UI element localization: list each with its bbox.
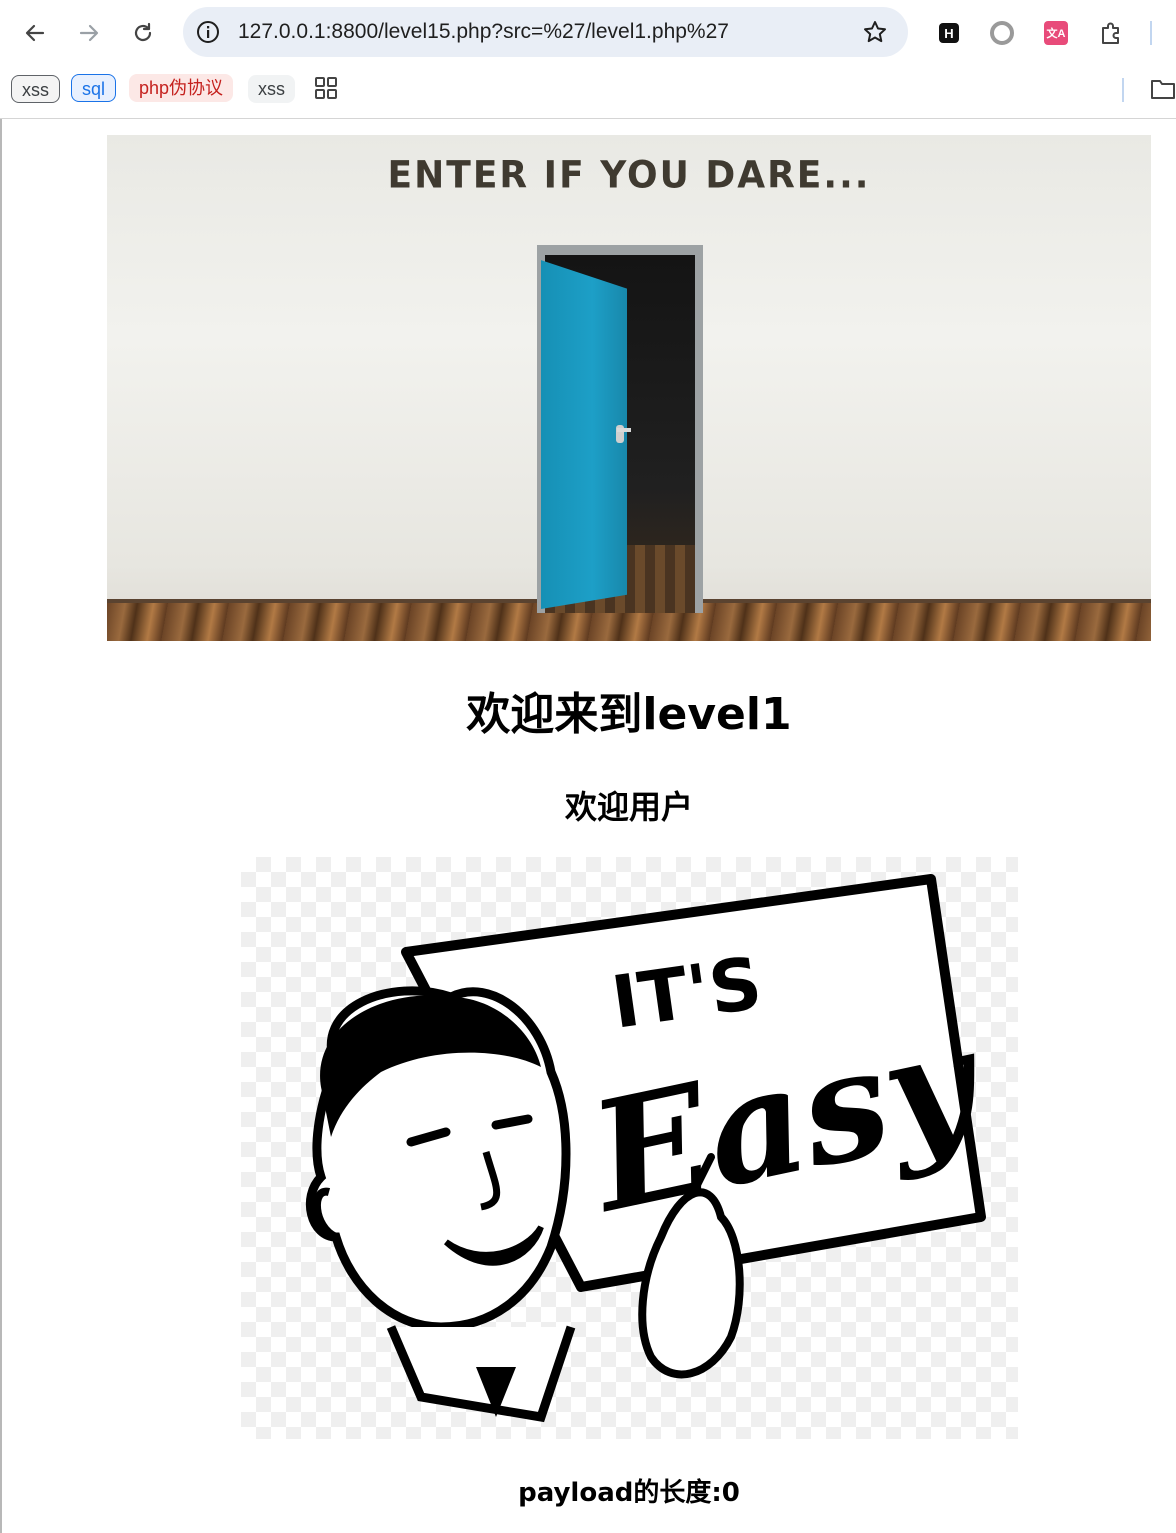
banner-image: ENTER IF YOU DARE... xyxy=(107,135,1151,641)
bookmark-xss[interactable]: xss xyxy=(11,75,60,103)
url-text[interactable]: 127.0.0.1:8800/level15.php?src=%27/level… xyxy=(238,7,729,57)
its-easy-image: IT'S Easy xyxy=(241,857,1018,1439)
bookmarks-divider xyxy=(1122,78,1124,102)
reload-button[interactable] xyxy=(124,14,162,52)
extension-h-button[interactable]: H xyxy=(935,19,963,47)
bookmark-xss-2[interactable]: xss xyxy=(248,75,295,103)
folder-icon[interactable] xyxy=(1150,78,1176,100)
browser-toolbar: 127.0.0.1:8800/level15.php?src=%27/level… xyxy=(0,0,1176,66)
open-door xyxy=(541,260,627,609)
door-handle-lever xyxy=(617,428,631,432)
bookmarks-bar: xss sql php伪协议 xss xyxy=(0,66,1176,119)
welcome-user-heading: 欢迎用户 xyxy=(564,788,693,826)
arrow-left-icon xyxy=(25,24,45,42)
banner-caption: ENTER IF YOU DARE... xyxy=(387,153,871,198)
man-eye-right xyxy=(491,1114,533,1130)
extension-circle-button[interactable] xyxy=(988,19,1016,47)
payload-length-text: payload的长度:0 xyxy=(518,1478,740,1508)
toolbar-divider xyxy=(1150,21,1152,45)
reload-icon xyxy=(134,22,152,42)
arrow-right-icon xyxy=(79,24,99,42)
circle-extension-icon xyxy=(990,21,1014,45)
bookmark-php-wrapper[interactable]: php伪协议 xyxy=(129,74,234,102)
back-button[interactable] xyxy=(16,14,54,52)
bookmark-star-icon[interactable] xyxy=(862,19,888,45)
translate-extension-icon: 文A xyxy=(1044,21,1068,45)
page-left-border xyxy=(0,119,2,1533)
address-bar[interactable]: 127.0.0.1:8800/level15.php?src=%27/level… xyxy=(183,7,908,57)
puzzle-icon xyxy=(1102,22,1119,44)
its-easy-illustration: IT'S Easy xyxy=(305,874,998,1423)
page-title: 欢迎来到level1 xyxy=(466,689,792,740)
forward-button[interactable] xyxy=(70,14,108,52)
extensions-menu-button[interactable] xyxy=(1097,19,1125,47)
site-info-icon[interactable] xyxy=(195,19,221,45)
apps-grid-icon[interactable] xyxy=(315,77,337,99)
bookmark-sql[interactable]: sql xyxy=(71,74,117,102)
extension-translate-button[interactable]: 文A xyxy=(1042,19,1070,47)
h-extension-icon: H xyxy=(939,23,959,43)
